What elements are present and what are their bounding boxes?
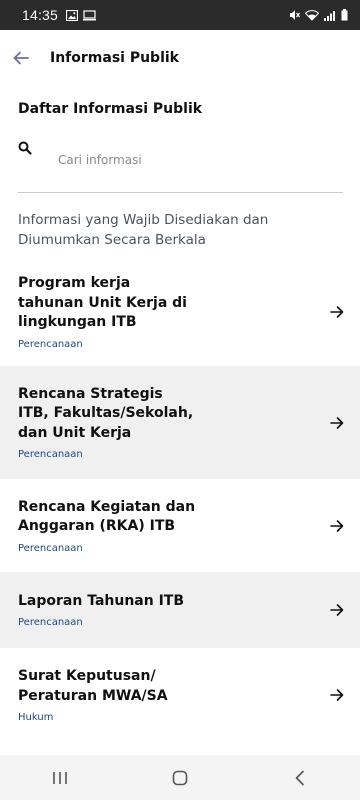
item-title: Rencana Strategis ITB, Fakultas/Sekolah,…	[18, 385, 194, 441]
item-category: Hukum	[18, 712, 54, 723]
arrow-right-icon	[330, 689, 344, 701]
arrow-right-icon	[330, 519, 344, 532]
page-title: Informasi Publik	[50, 50, 179, 66]
image-icon	[66, 9, 79, 21]
item-title: Rencana Kegiatan dan Anggaran (RKA) ITB	[18, 498, 196, 535]
mute-icon	[290, 10, 300, 20]
information-list: Program kerja tahunan Unit Kerja di ling…	[0, 258, 360, 742]
battery-icon	[341, 9, 348, 21]
item-category: Perencanaan	[18, 449, 83, 461]
arrow-right-icon	[330, 604, 344, 616]
recent-apps-button[interactable]	[30, 755, 90, 800]
nav-back-button[interactable]	[270, 755, 330, 800]
item-title: Laporan Tahunan ITB	[18, 592, 185, 609]
section-title: Daftar Informasi Publik	[18, 101, 203, 117]
list-item[interactable]: Rencana Strategis ITB, Fakultas/Sekolah,…	[0, 366, 360, 479]
arrow-left-icon	[13, 51, 29, 65]
app-bar: Informasi Publik	[0, 30, 360, 86]
home-icon	[172, 770, 188, 785]
arrow-right-icon	[330, 416, 344, 429]
list-item[interactable]: Program kerja tahunan Unit Kerja di ling…	[0, 258, 360, 366]
item-title: Program kerja tahunan Unit Kerja di ling…	[18, 275, 187, 331]
recent-apps-icon	[53, 771, 67, 784]
search-input[interactable]	[58, 147, 328, 173]
arrow-right-icon	[330, 306, 344, 318]
list-item[interactable]: Laporan Tahunan ITB Perencanaan	[0, 572, 360, 648]
signal-icon	[324, 10, 335, 21]
item-title: Surat Keputusan/ Peraturan MWA/SA	[18, 668, 168, 704]
search-bar[interactable]	[18, 135, 343, 193]
item-category: Perencanaan	[18, 617, 83, 629]
search-icon	[18, 141, 32, 155]
status-time: 14:35	[22, 7, 59, 23]
status-bar: 14:35	[0, 0, 360, 30]
screen-cast-icon	[83, 9, 97, 20]
system-nav-bar	[0, 755, 360, 800]
home-button[interactable]	[150, 755, 210, 800]
wifi-icon	[305, 9, 319, 21]
back-icon	[295, 770, 304, 785]
list-item[interactable]: Rencana Kegiatan dan Anggaran (RKA) ITB …	[0, 479, 360, 572]
item-category: Perencanaan	[18, 338, 83, 350]
back-button[interactable]	[0, 30, 44, 86]
item-category: Perencanaan	[18, 542, 83, 554]
list-item[interactable]: Surat Keputusan/ Peraturan MWA/SA Hukum	[0, 648, 360, 742]
category-heading: Informasi yang Wajib Disediakan dan Dium…	[18, 212, 269, 248]
